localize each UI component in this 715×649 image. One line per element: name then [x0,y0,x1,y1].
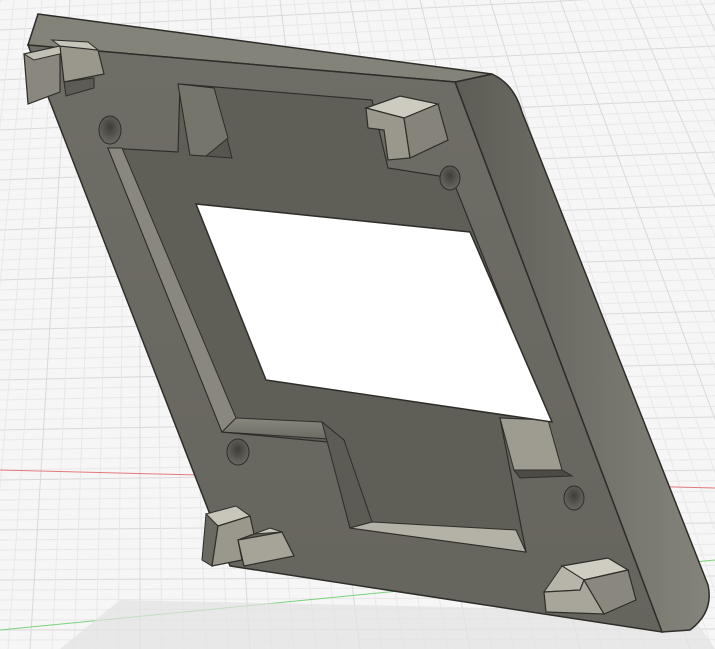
cad-viewport[interactable] [0,0,715,649]
mounting-hole-top-right[interactable] [439,165,461,191]
mounting-hole-top-left[interactable] [98,115,122,145]
mounting-hole-bottom-right[interactable] [563,485,585,511]
pocket-step-bottom-right [513,469,574,479]
grid-line [0,0,390,21]
grid-line [0,0,15,131]
mounting-hole-bottom-left[interactable] [226,438,250,466]
